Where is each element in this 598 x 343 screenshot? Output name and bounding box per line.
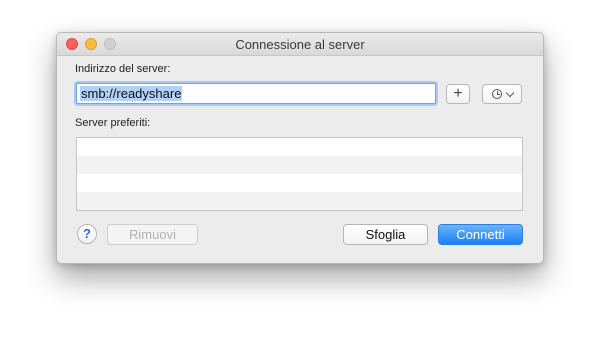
- add-favorite-button[interactable]: +: [446, 84, 470, 104]
- question-mark-icon: ?: [83, 226, 91, 241]
- server-address-label: Indirizzo del server:: [75, 63, 171, 75]
- list-item: [77, 156, 522, 174]
- server-address-value: smb://readyshare: [80, 86, 183, 101]
- recent-servers-button[interactable]: [482, 84, 522, 104]
- favorite-servers-list[interactable]: [76, 137, 523, 211]
- list-item: [77, 192, 522, 210]
- window-title: Connessione al server: [235, 37, 365, 52]
- help-button[interactable]: ?: [77, 224, 97, 244]
- remove-button[interactable]: Rimuovi: [107, 224, 198, 245]
- server-address-input[interactable]: smb://readyshare: [76, 83, 436, 104]
- clock-icon: [492, 89, 502, 99]
- favorite-servers-label: Server preferiti:: [75, 117, 151, 129]
- list-item: [77, 138, 522, 156]
- plus-icon: +: [453, 85, 463, 102]
- chevron-down-icon: [505, 88, 515, 98]
- connect-to-server-window: Connessione al server Indirizzo del serv…: [56, 32, 544, 264]
- title-bar: Connessione al server: [57, 33, 543, 56]
- browse-button[interactable]: Sfoglia: [343, 224, 428, 245]
- list-item: [77, 174, 522, 192]
- connect-button[interactable]: Connetti: [438, 224, 523, 245]
